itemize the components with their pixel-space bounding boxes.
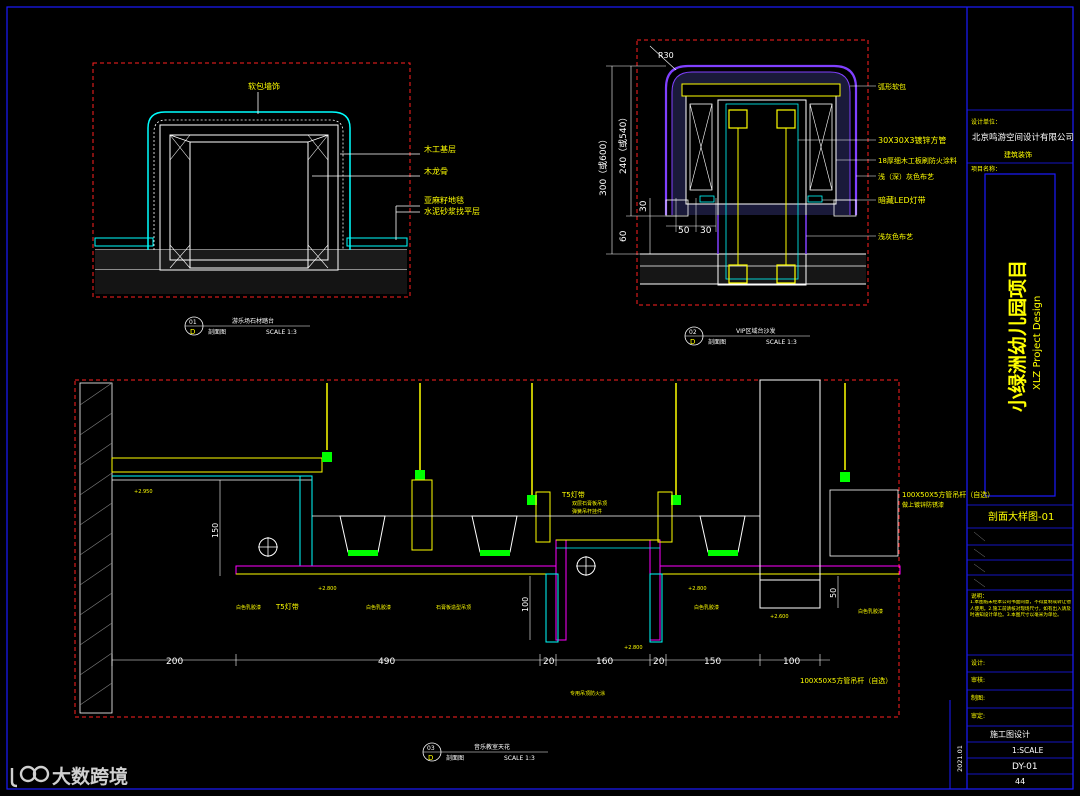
tb-notes: 1.本图纸未经本公司书面同意，不得复制或转让他人使用。2.施工前请核对现场尺寸，…	[970, 600, 1071, 619]
d2-label-4: 浅（深）灰色布艺	[878, 172, 934, 181]
d2-label-2: 30X30X3镀锌方管	[878, 135, 946, 145]
d3-dim-150: 150	[704, 657, 721, 667]
d1-label-base: 木工基层	[424, 144, 456, 154]
d2-dim-30: 30	[639, 200, 649, 212]
tb-design-label: 设计:	[971, 659, 985, 667]
d1-tag-letter: D	[190, 328, 195, 336]
d2-label-1: 弧形软包	[878, 82, 906, 91]
d1-tag-num: 01	[189, 319, 197, 326]
d3-dim-v50: 50	[829, 588, 838, 598]
d2-title: VIP区域台沙发	[736, 327, 776, 335]
tb-scale: 1:SCALE	[1012, 746, 1044, 755]
d3-level-5: +2.800	[624, 645, 643, 651]
tb-designer-en: 建筑装饰	[1004, 150, 1032, 159]
d1-title: 游乐场石材踏台	[232, 317, 274, 325]
tb-project-label: 项目名称：	[971, 165, 1001, 173]
d3-note-3: 石膏板造型吊顶	[436, 604, 471, 611]
d3-dim-v150: 150	[211, 523, 220, 538]
tb-project-en: XLZ Project Design	[1032, 296, 1043, 390]
d1-label-keel: 木龙骨	[424, 166, 448, 176]
cad-drawing: 软包墙饰 木工基层 木龙骨 亚麻籽地毯 水泥砂浆找平层 01 D 游乐场石材踏台…	[0, 0, 1080, 796]
d1-scale: SCALE 1:3	[266, 329, 297, 336]
d3-dim-200: 200	[166, 657, 183, 667]
d2-dim-w30: 30	[700, 226, 712, 236]
d3-dim-20a: 20	[543, 657, 555, 667]
tb-approve-label: 审定:	[971, 712, 985, 720]
watermark-logo-icon	[10, 765, 50, 788]
d3-note-1: 白色乳胶漆	[236, 604, 261, 611]
d2-dim-w50: 50	[678, 226, 690, 236]
d2-label-5: 暗藏LED灯带	[878, 195, 926, 205]
d1-label-floor1: 亚麻籽地毯	[424, 195, 464, 205]
d3-label-t5a: T5灯带	[275, 602, 299, 611]
tb-date: 2021.01	[956, 745, 964, 772]
tb-designer-label: 设计单位：	[971, 118, 1001, 126]
tb-page: 44	[1015, 777, 1025, 786]
d3-level-1: +2.950	[134, 489, 153, 495]
d3-note-8: 弹簧吊杆挂件	[572, 508, 602, 515]
d3-level-3: +2.800	[688, 586, 707, 592]
d2-dim-upper: 240（或540）	[617, 113, 629, 174]
d2-dim-total: 300（或600）	[597, 135, 609, 196]
d3-tag-letter: D	[428, 754, 433, 762]
d3-dim-20b: 20	[653, 657, 665, 667]
d2-label-3: 18厚细木工板刷防火涂料	[878, 156, 957, 165]
d3-note-2: 白色乳胶漆	[366, 604, 391, 611]
d2-scale: SCALE 1:3	[766, 339, 797, 346]
d3-note-6: 专用吊顶防火涂	[570, 690, 605, 697]
d3-note-7: 双层石膏板吊顶	[572, 500, 607, 507]
d2-tag-num: 02	[689, 329, 697, 336]
d3-level-4: +2.600	[770, 614, 789, 620]
d3-title: 音乐教室天花	[474, 743, 510, 751]
watermark-text: 大数跨境	[52, 766, 129, 788]
d3-tag-num: 03	[427, 745, 435, 752]
d3-note-5: 白色乳胶漆	[858, 608, 883, 615]
d3-level-2: +2.800	[318, 586, 337, 592]
d3-label-pipe-note: 做上镀锌防锈漆	[902, 501, 944, 509]
tb-project: 小绿洲幼儿园项目	[1006, 260, 1029, 412]
d1-subtitle: 剖面图	[208, 328, 226, 336]
d1-label-floor2: 水泥砂浆找平层	[424, 206, 480, 216]
tb-drawing-no: DY-01	[1012, 762, 1038, 772]
tb-drawing-name: 剖面大样图-01	[988, 510, 1054, 523]
d3-label-pipe2: 100X50X5方管吊杆（自选）	[800, 676, 892, 685]
d1-label-top: 软包墙饰	[248, 81, 280, 91]
d2-tag-letter: D	[690, 338, 695, 346]
d3-label-pipe: 100X50X5方管吊杆（自选）	[902, 490, 994, 499]
tb-check-label: 审核:	[971, 676, 985, 684]
tb-notes-label: 说明：	[971, 592, 988, 600]
tb-designer: 北京鸣游空间设计有限公司	[972, 132, 1074, 143]
d3-note-4: 白色乳胶漆	[694, 604, 719, 611]
d2-label-6: 浅灰色布艺	[878, 232, 913, 241]
d3-dim-160: 160	[596, 657, 613, 667]
d3-dim-100: 100	[783, 657, 800, 667]
d3-subtitle: 剖面图	[446, 754, 464, 762]
d3-dim-490: 490	[378, 657, 395, 667]
d2-dim-60: 60	[619, 230, 629, 242]
d3-scale: SCALE 1:3	[504, 755, 535, 762]
d2-dim-r: R30	[658, 51, 674, 60]
d3-dim-v100: 100	[521, 597, 530, 612]
d3-label-t5b: T5灯带	[561, 490, 585, 499]
d2-subtitle: 剖面图	[708, 338, 726, 346]
tb-draw-label: 制图:	[971, 694, 985, 702]
tb-stage: 施工图设计	[990, 729, 1030, 739]
